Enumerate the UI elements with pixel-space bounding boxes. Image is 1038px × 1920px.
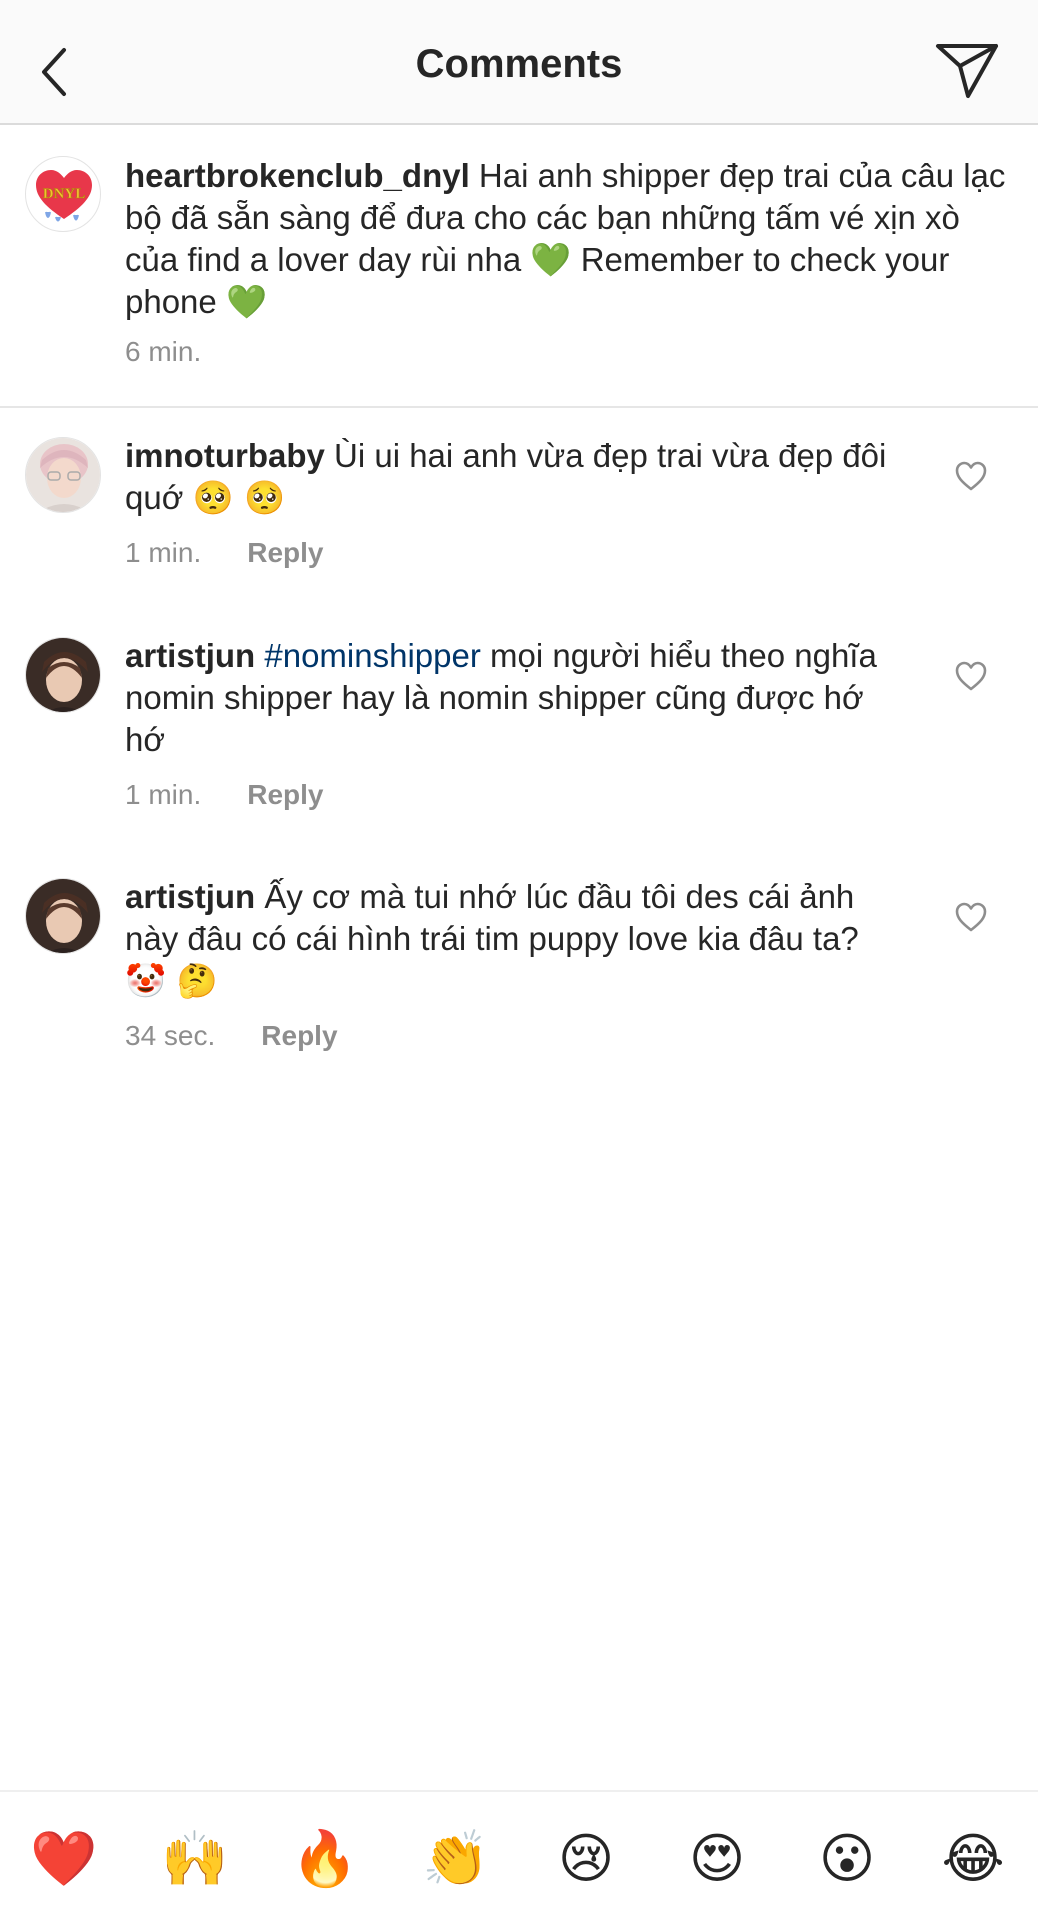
- paper-plane-icon: [936, 44, 998, 98]
- tears-of-joy-emoji-button[interactable]: 😂: [938, 1824, 1008, 1894]
- avatar[interactable]: DNYL: [25, 156, 101, 232]
- heart-eyes-emoji-button[interactable]: 😍: [682, 1824, 752, 1894]
- avatar[interactable]: [25, 878, 101, 954]
- user-photo-icon: [26, 438, 100, 512]
- page-title: Comments: [415, 42, 623, 86]
- pleading-face-emoji: 🥺 🥺: [192, 478, 286, 517]
- clapping-hands-emoji-button[interactable]: 👏: [421, 1824, 491, 1894]
- comment-meta: 34 sec. Reply: [125, 1020, 338, 1052]
- user-photo-icon: [26, 638, 100, 712]
- hashtag-link[interactable]: #nominshipper: [264, 637, 480, 674]
- club-logo-icon: DNYL: [36, 170, 92, 222]
- comment-username[interactable]: artistjun: [125, 637, 255, 674]
- clown-thinking-emoji: 🤡 🤔: [125, 961, 218, 1000]
- post-caption: DNYL heartbrokenclub_dnyl Hai anh shippe…: [0, 125, 1038, 408]
- comment-meta: 1 min. Reply: [125, 779, 324, 811]
- reply-button[interactable]: Reply: [247, 537, 323, 568]
- comment-text: artistjun #nominshipper mọi người hiểu t…: [125, 635, 895, 761]
- heart-outline-icon: [955, 461, 987, 491]
- comment-timestamp: 34 sec.: [125, 1020, 216, 1051]
- avatar[interactable]: [25, 637, 101, 713]
- fire-emoji-button[interactable]: 🔥: [290, 1824, 360, 1894]
- comment-timestamp: 1 min.: [125, 537, 202, 568]
- like-button[interactable]: [954, 901, 988, 933]
- comment-meta: 1 min. Reply: [125, 537, 324, 569]
- emoji-reaction-bar: ❤️ 🙌 🔥 👏 😢 😍 😮 😂: [0, 1790, 1038, 1920]
- green-heart-emoji: 💚: [225, 282, 268, 321]
- green-heart-emoji: 💚: [530, 240, 572, 279]
- comment-username[interactable]: artistjun: [125, 878, 255, 915]
- crying-face-emoji-button[interactable]: 😢: [551, 1824, 621, 1894]
- red-heart-emoji-button[interactable]: ❤️: [29, 1824, 99, 1894]
- comment-timestamp: 1 min.: [125, 779, 202, 810]
- reply-button[interactable]: Reply: [261, 1020, 337, 1051]
- raising-hands-emoji-button[interactable]: 🙌: [160, 1824, 230, 1894]
- open-mouth-emoji-button[interactable]: 😮: [812, 1824, 882, 1894]
- header-bar: Comments: [0, 0, 1038, 125]
- share-button[interactable]: [932, 38, 1002, 102]
- avatar[interactable]: [25, 437, 101, 513]
- logo-text: DNYL: [43, 186, 86, 202]
- caption-timestamp: 6 min.: [125, 336, 202, 367]
- like-button[interactable]: [954, 660, 988, 692]
- reply-button[interactable]: Reply: [247, 779, 323, 810]
- comment-username[interactable]: imnoturbaby: [125, 437, 325, 474]
- comment-text: artistjun Ấy cơ mà tui nhớ lúc đầu tôi d…: [125, 876, 895, 1002]
- caption-username[interactable]: heartbrokenclub_dnyl: [125, 157, 470, 194]
- like-button[interactable]: [954, 460, 988, 492]
- user-photo-icon: [26, 879, 100, 953]
- heart-outline-icon: [955, 902, 987, 932]
- caption-text: heartbrokenclub_dnyl Hai anh shipper đẹp…: [125, 155, 1015, 323]
- heart-outline-icon: [955, 661, 987, 691]
- comment-text: imnoturbaby Ùi ui hai anh vừa đẹp trai v…: [125, 435, 895, 519]
